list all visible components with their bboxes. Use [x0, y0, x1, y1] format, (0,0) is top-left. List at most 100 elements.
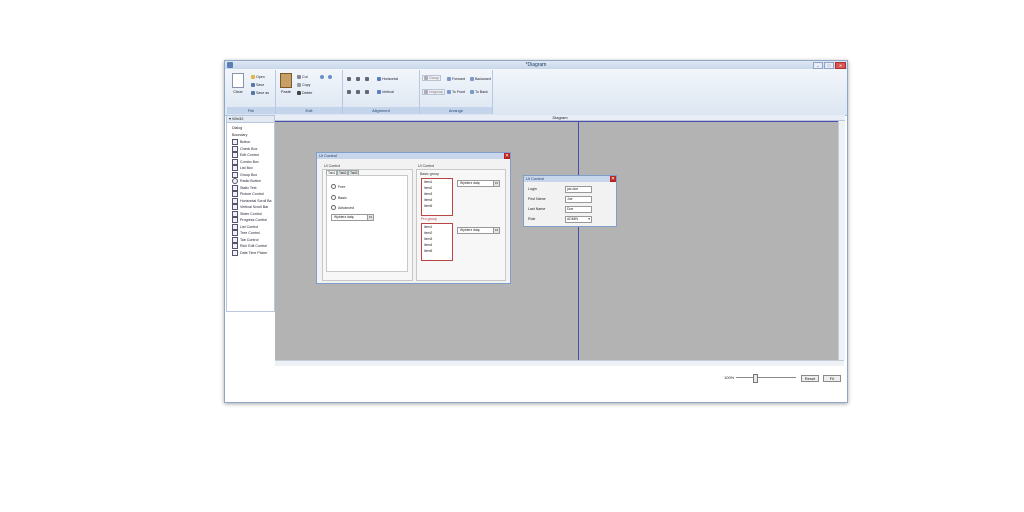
delete-label: Delete [302, 91, 313, 95]
groupbox-icon [232, 171, 238, 178]
radio-advanced[interactable]: Advanced [331, 205, 354, 210]
alignment-group-label: Alignment [343, 107, 419, 114]
toolbox-item-check-box[interactable]: Check Box [232, 145, 257, 152]
toolbox-item-static-text[interactable]: Static Text [232, 184, 257, 191]
list-item[interactable]: item5 [422, 248, 452, 254]
vertical-button[interactable]: Vertical [377, 90, 394, 94]
slider-icon [232, 210, 238, 217]
ui-control-dialog-large[interactable]: UI Control ✕ UI Control Tab1 Tab2 Tab3 F… [316, 152, 511, 284]
redo-button[interactable] [328, 75, 332, 79]
radio-basic[interactable]: Basic [331, 195, 347, 200]
copy-button[interactable]: Copy [297, 83, 310, 87]
horizontal-label: Horizontal [382, 77, 399, 81]
toolbox-item-date-time-picker[interactable]: Date Time Picker [232, 249, 267, 256]
progress-icon [232, 217, 238, 223]
cut-button[interactable]: Cut [297, 75, 308, 79]
right-group-box: Basic group item1 item2 item3 item4 item… [416, 169, 506, 281]
forward-button[interactable]: Forward [447, 77, 465, 81]
horizontal-scrollbar[interactable] [275, 360, 844, 366]
vertical-scrollbar[interactable] [838, 121, 845, 360]
save-label: Save [256, 83, 265, 87]
clear-button[interactable]: Clear [231, 73, 245, 94]
align-left-button[interactable] [347, 77, 351, 81]
zoom-slider-track[interactable] [736, 377, 796, 378]
toolbox-item-group-box[interactable]: Group Box [232, 171, 257, 178]
align-top-button[interactable] [347, 90, 351, 94]
align-center-button[interactable] [356, 77, 360, 81]
save-as-button[interactable]: Save as [251, 91, 269, 95]
toolbox-item-label: Combo Box [240, 159, 259, 164]
toolbox-header[interactable]: ▾ Win32 [227, 116, 274, 123]
toolbox-item-label: Radio Button [240, 179, 261, 183]
maximize-button[interactable]: □ [824, 62, 834, 69]
toolbox-item-progress-control[interactable]: Progress Control [232, 217, 267, 223]
toolbox-item-slider-control[interactable]: Slider Control [232, 210, 262, 217]
toolbox-item-tab-control[interactable]: Tab Control [232, 236, 258, 243]
calendar-icon[interactable]: 15 [493, 181, 499, 186]
edit-control-icon [232, 152, 238, 158]
copy-icon [297, 83, 301, 87]
toolbox-item-edit-control[interactable]: Edit Control [232, 152, 259, 158]
date-picker-right-2[interactable]: Wybierz datę 15 [457, 227, 500, 234]
window-title: *Diagram [525, 62, 547, 68]
first-name-input[interactable]: Joe [565, 196, 592, 203]
toolbox-item-button[interactable]: Button [232, 139, 250, 145]
toolbox-item-picture-control[interactable]: Picture Control [232, 191, 264, 197]
save-button[interactable]: Save [251, 83, 264, 87]
date-picker-right-1[interactable]: Wybierz datę 15 [457, 180, 500, 187]
align-middle-button[interactable] [356, 90, 360, 94]
ui-control-dialog-small[interactable]: UI Control ✕ Login joe.doe First Name Jo… [523, 175, 617, 227]
reset-button[interactable]: Reset [801, 375, 819, 382]
date-picker-left[interactable]: Wybierz datę 15 [331, 214, 374, 221]
toolbox-item-label: Boundary [232, 132, 248, 137]
calendar-icon[interactable]: 15 [493, 228, 499, 233]
toolbox-item-horizontal-scroll-bar[interactable]: Horizontal Scroll Ba [232, 197, 272, 204]
to-front-button[interactable]: To Front [447, 90, 465, 94]
delete-button[interactable]: Delete [297, 91, 312, 95]
dialog-close-button[interactable]: ✕ [504, 153, 510, 159]
to-back-button[interactable]: To Back [470, 90, 488, 94]
delete-icon [297, 91, 301, 95]
open-button[interactable]: Open [251, 75, 265, 79]
toolbox-item-list-box[interactable]: List Box [232, 165, 253, 171]
redo-icon [328, 75, 332, 79]
new-file-icon [232, 73, 244, 88]
list-item[interactable]: item5 [422, 203, 452, 209]
align-right-button[interactable] [365, 77, 369, 81]
role-select[interactable]: ADMIN ▾ [565, 216, 592, 223]
minimize-button[interactable]: – [813, 62, 823, 69]
backward-button[interactable]: Backward [470, 77, 491, 81]
toolbox-item-list-control[interactable]: List Control [232, 223, 258, 230]
toolbox-item-boundary[interactable]: Boundary [232, 133, 247, 137]
toolbox-item-dialog[interactable]: Dialog [232, 126, 242, 130]
save-icon [251, 83, 255, 87]
group-button[interactable]: Group [422, 75, 441, 81]
list-box-1[interactable]: item1 item2 item3 item4 item5 [421, 178, 453, 216]
dialog-close-button[interactable]: ✕ [610, 176, 616, 182]
paste-button[interactable]: Paste [279, 73, 293, 94]
list-box-2[interactable]: item1 item2 item3 item4 item5 [421, 223, 453, 261]
align-bottom-button[interactable] [365, 90, 369, 94]
fit-button[interactable]: Fit [823, 375, 841, 382]
ungroup-button[interactable]: Ungroup [422, 89, 445, 95]
arrange-group-label: Arrange [420, 107, 492, 114]
toolbox-item-radio-button[interactable]: Radio Button [232, 178, 261, 184]
login-input[interactable]: joe.doe [565, 186, 592, 193]
radio-free[interactable]: Free [331, 184, 345, 189]
toolbox-item-tree-control[interactable]: Tree Control [232, 230, 260, 236]
undo-button[interactable] [320, 75, 324, 79]
toolbox-item-label: List Box [240, 166, 253, 170]
calendar-icon[interactable]: 15 [367, 215, 373, 220]
zoom-slider-handle[interactable] [753, 374, 758, 383]
horizontal-button[interactable]: Horizontal [377, 77, 398, 81]
radio-circle-icon [331, 195, 336, 200]
clear-label: Clear [233, 89, 243, 94]
close-button[interactable]: ✕ [835, 62, 846, 69]
radio-icon [232, 178, 238, 184]
toolbox-item-rich-edit-control[interactable]: Rich Edit Control [232, 243, 267, 249]
ribbon-group-file: Clear Open Save Save as File [227, 70, 276, 114]
toolbox-item-combo-box[interactable]: Combo Box [232, 158, 259, 165]
toolbox-item-label: Rich Edit Control [240, 244, 267, 248]
last-name-input[interactable]: Doe [565, 206, 592, 213]
toolbox-item-vertical-scroll-bar[interactable]: Vertical Scroll Bar [232, 204, 268, 210]
